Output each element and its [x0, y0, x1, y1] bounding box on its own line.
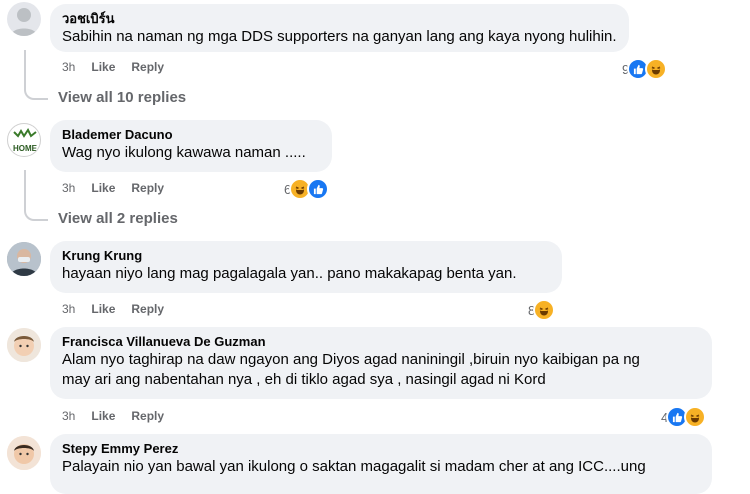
avatar[interactable]	[7, 2, 41, 36]
haha-icon	[645, 58, 668, 80]
thread-line	[24, 170, 48, 221]
reaction-summary[interactable]: 9	[622, 58, 668, 80]
haha-icon	[533, 299, 556, 321]
comment-author[interactable]: Stepy Emmy Perez	[62, 440, 700, 457]
comment-time[interactable]: 3h	[62, 181, 75, 195]
reaction-summary[interactable]: 4	[661, 406, 707, 428]
comment-author[interactable]: วอชเบิร์น	[62, 10, 617, 27]
avatar[interactable]	[7, 436, 41, 470]
avatar-logo-text: HOME	[13, 144, 38, 153]
like-icon	[307, 178, 330, 200]
comment-actions: 3h Like Reply	[62, 409, 164, 423]
thread-line	[24, 50, 48, 100]
comment-author[interactable]: Blademer Dacuno	[62, 126, 320, 143]
comment-bubble: วอชเบิร์น Sabihin na naman ng mga DDS su…	[50, 4, 629, 52]
comment-text-line: may ari ang nabentahan nya , eh di tiklo…	[62, 371, 546, 388]
comment-time[interactable]: 3h	[62, 409, 75, 423]
comment-actions: 3h Like Reply	[62, 181, 164, 195]
comment-actions: 3h Like Reply	[62, 60, 164, 74]
comment-text: hayaan niyo lang mag pagalagala yan.. pa…	[62, 265, 517, 282]
comment-actions: 3h Like Reply	[62, 302, 164, 316]
comment-time[interactable]: 3h	[62, 302, 75, 316]
comment-author[interactable]: Francisca Villanueva De Guzman	[62, 333, 700, 350]
like-button[interactable]: Like	[91, 409, 115, 423]
like-button[interactable]: Like	[91, 60, 115, 74]
reply-button[interactable]: Reply	[131, 302, 164, 316]
reply-button[interactable]: Reply	[131, 409, 164, 423]
comment-text: Sabihin na naman ng mga DDS supporters n…	[62, 28, 617, 45]
like-button[interactable]: Like	[91, 181, 115, 195]
reply-button[interactable]: Reply	[131, 60, 164, 74]
comment-author[interactable]: Krung Krung	[62, 247, 550, 264]
comment-text-line: Alam nyo taghirap na daw ngayon ang Diyo…	[62, 351, 640, 368]
reaction-summary[interactable]: 6	[284, 178, 330, 200]
reaction-summary[interactable]: 8	[528, 299, 556, 321]
comment-text: Wag nyo ikulong kawawa naman .....	[62, 144, 306, 161]
haha-icon	[684, 406, 707, 428]
comment-bubble: Blademer Dacuno Wag nyo ikulong kawawa n…	[50, 120, 332, 172]
comment-text: Palayain nio yan bawal yan ikulong o sak…	[62, 458, 646, 475]
comment-bubble: Krung Krung hayaan niyo lang mag pagalag…	[50, 241, 562, 293]
like-button[interactable]: Like	[91, 302, 115, 316]
avatar[interactable]	[7, 242, 41, 276]
comment-bubble: Stepy Emmy Perez Palayain nio yan bawal …	[50, 434, 712, 494]
view-replies-link[interactable]: View all 2 replies	[58, 210, 178, 227]
avatar[interactable]: HOME	[7, 123, 41, 157]
comment-bubble: Francisca Villanueva De Guzman Alam nyo …	[50, 327, 712, 399]
avatar[interactable]	[7, 328, 41, 362]
view-replies-link[interactable]: View all 10 replies	[58, 89, 186, 106]
reply-button[interactable]: Reply	[131, 181, 164, 195]
comment-time[interactable]: 3h	[62, 60, 75, 74]
